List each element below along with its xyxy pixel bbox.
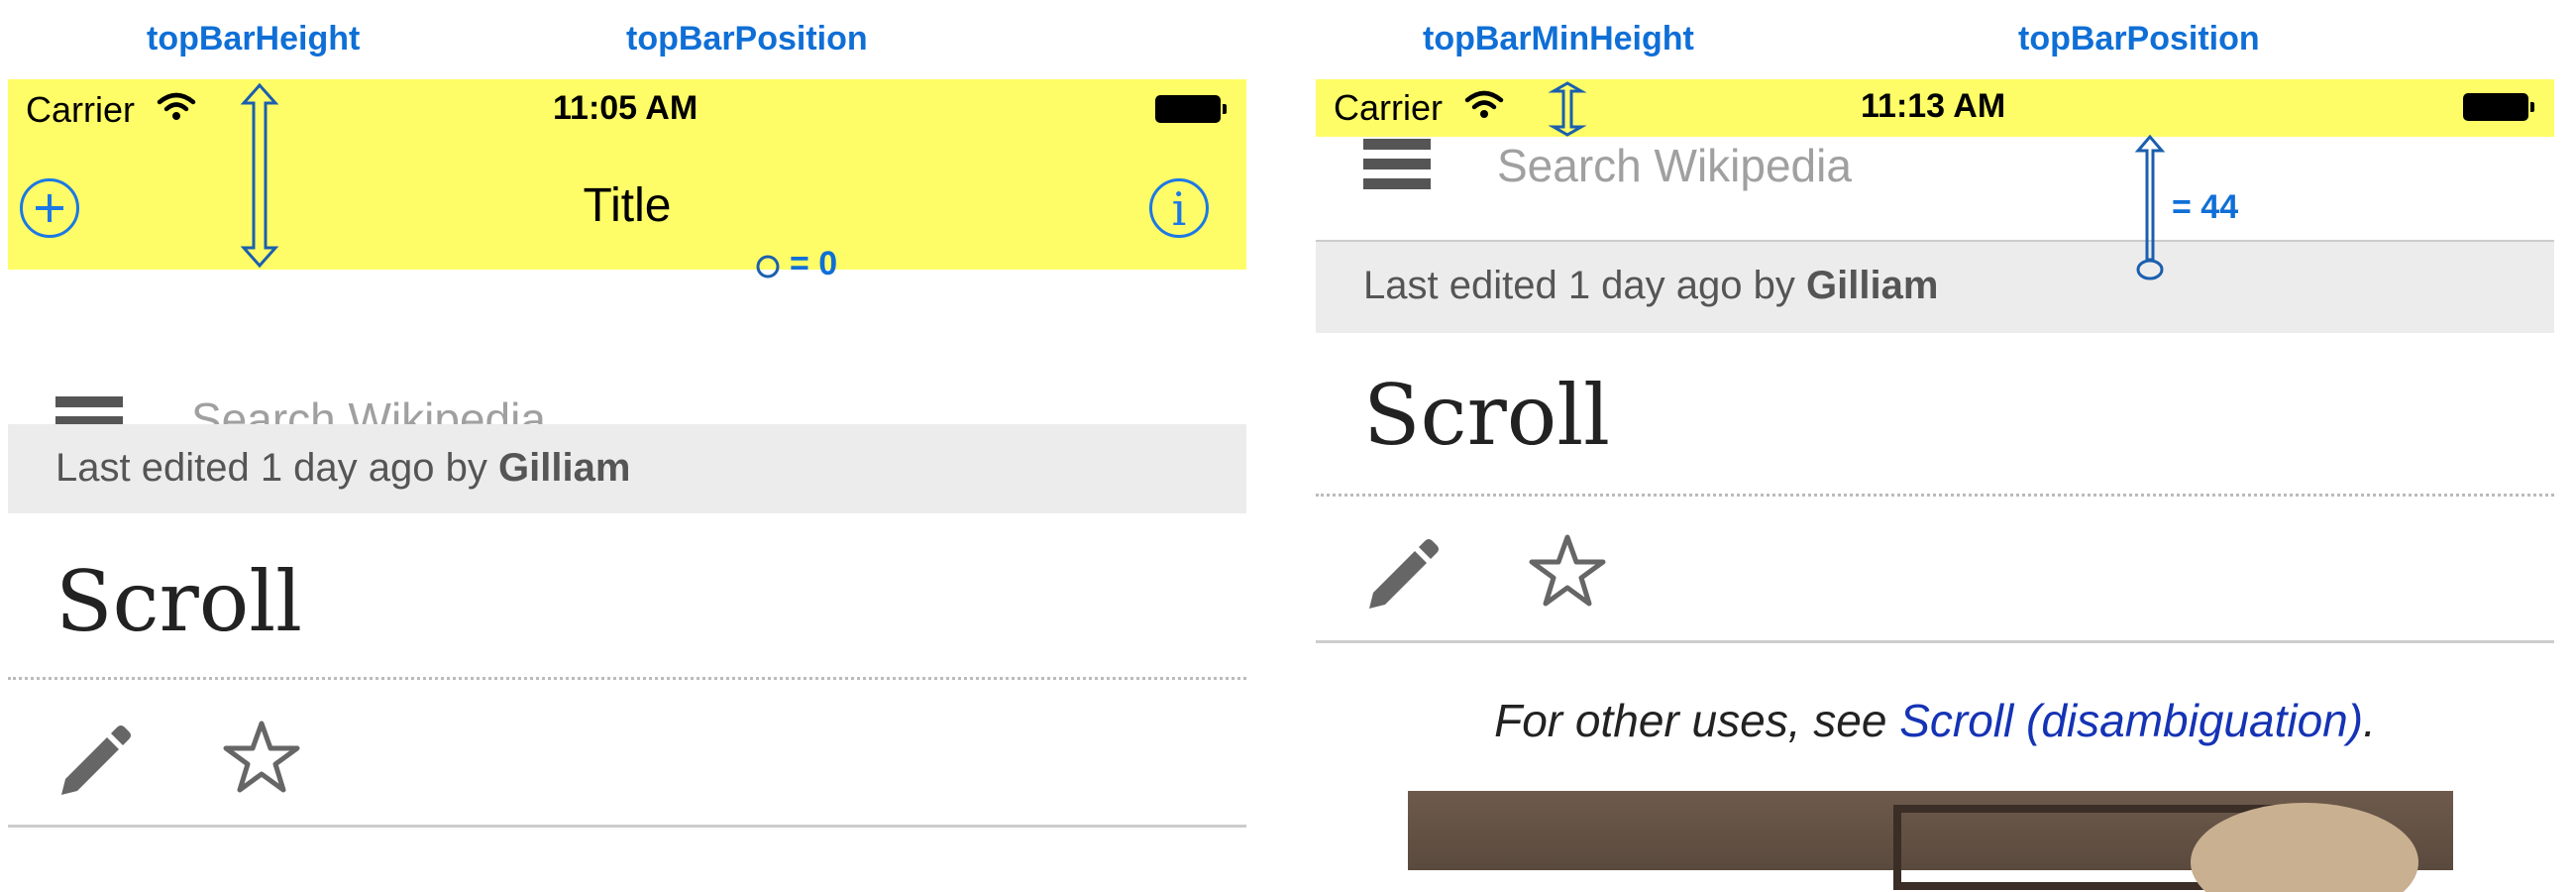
position-marker	[756, 255, 780, 279]
annotation-overlay: = 0 = 44	[240, 81, 2238, 282]
top-bar-position-arrow	[2134, 134, 2166, 280]
position-value: = 0	[790, 245, 837, 282]
position-value: = 44	[2172, 188, 2238, 226]
top-bar-height-arrow	[240, 82, 279, 269]
top-bar-min-height-arrow	[1548, 81, 1587, 137]
